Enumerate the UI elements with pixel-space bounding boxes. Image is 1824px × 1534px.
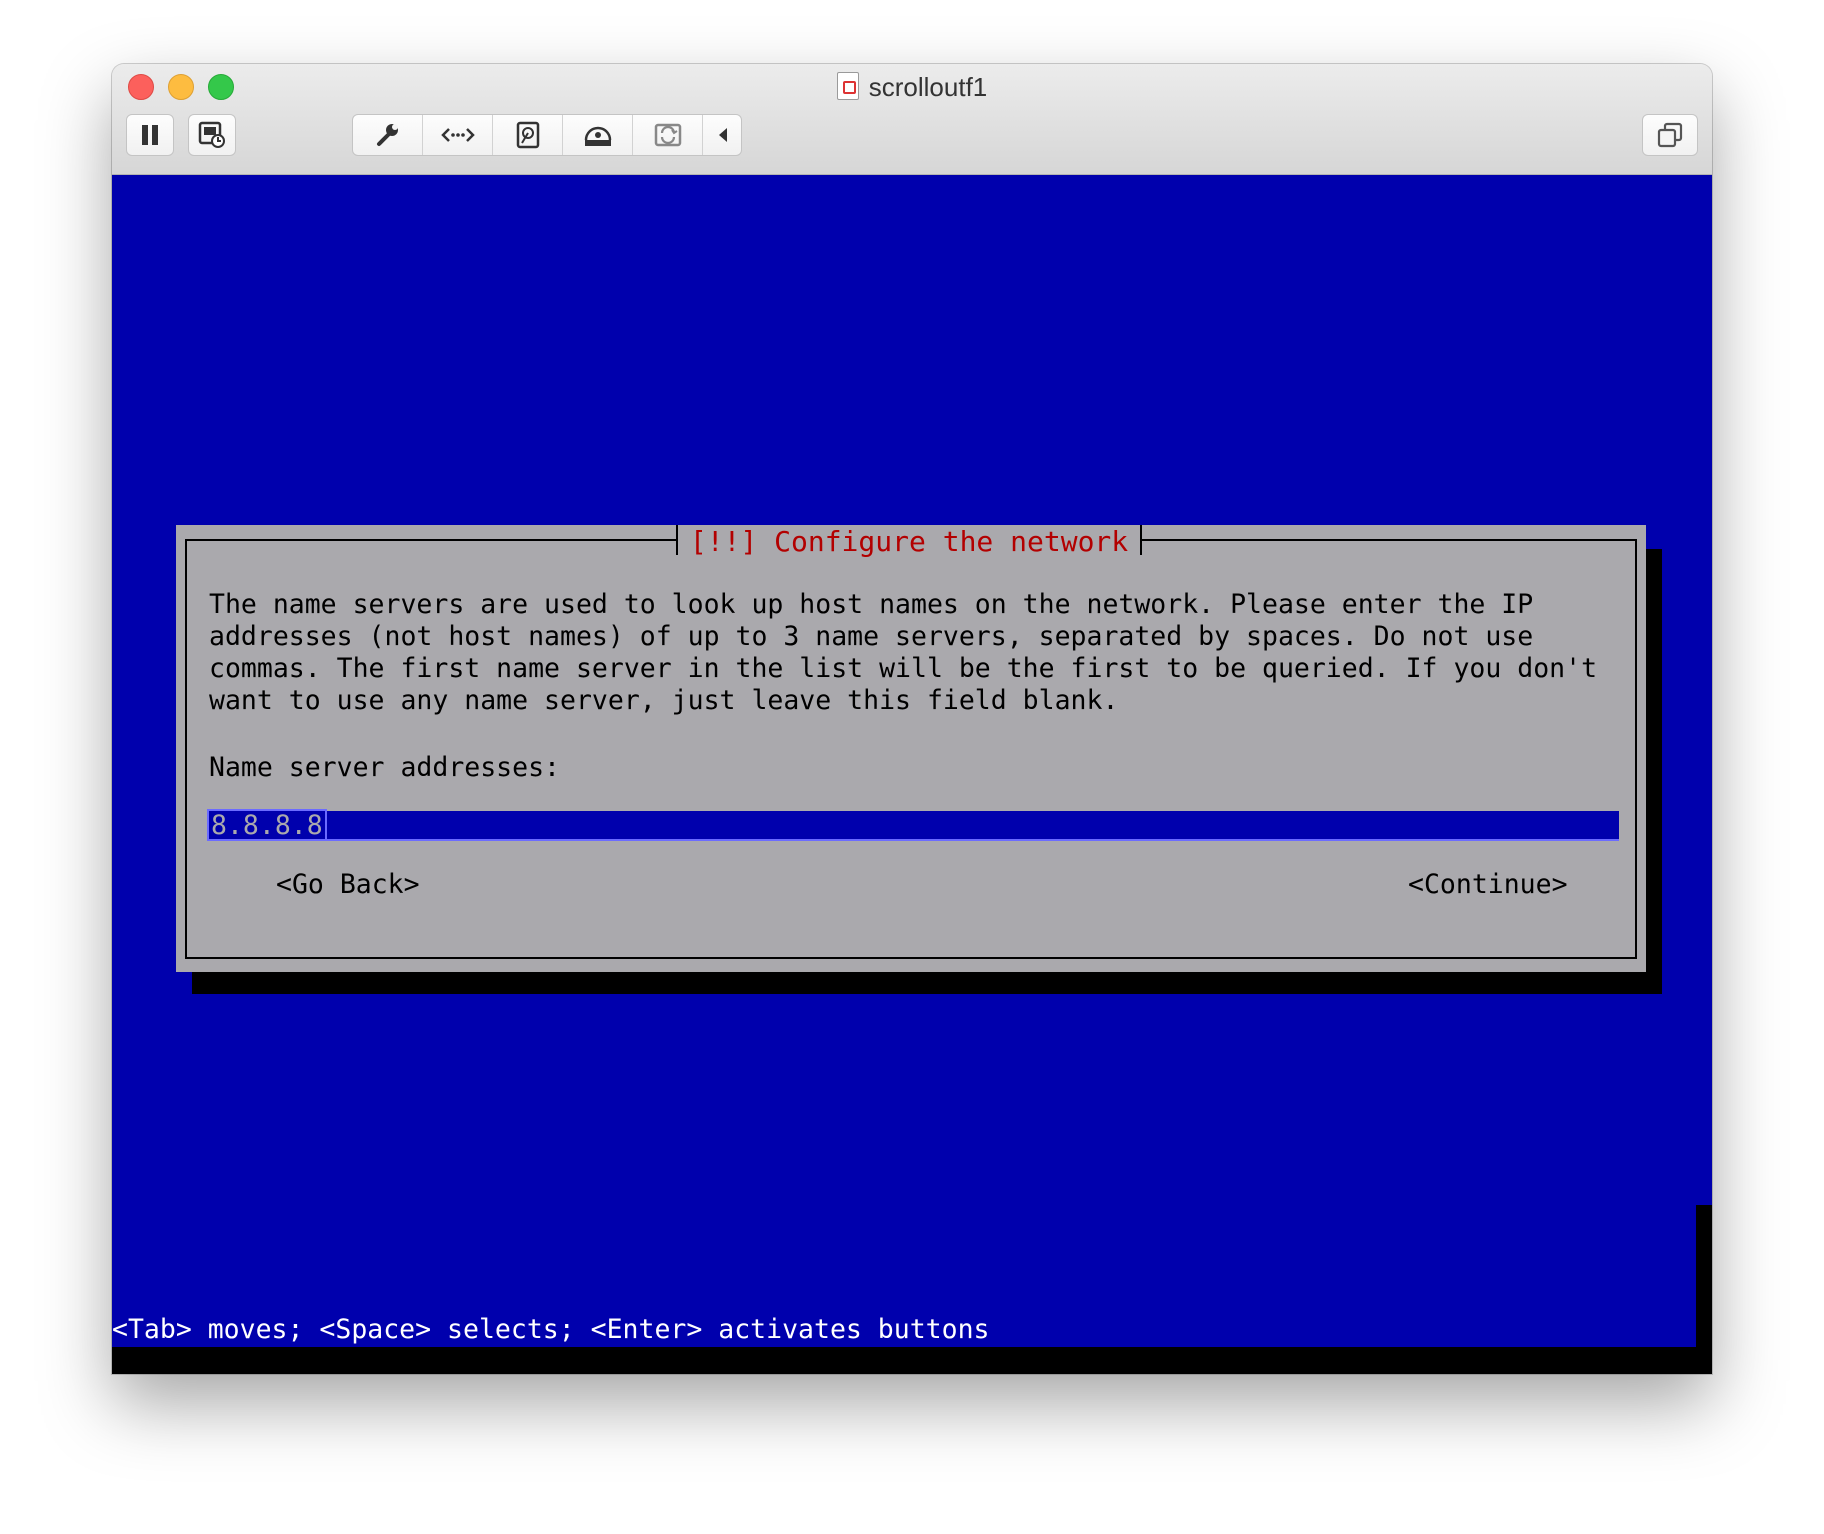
document-icon bbox=[836, 72, 859, 100]
network-config-dialog: [!!] Configure the network The name serv… bbox=[176, 525, 1646, 972]
snapshot-icon bbox=[198, 121, 225, 148]
optical-disc-icon bbox=[584, 126, 611, 146]
pause-button[interactable] bbox=[126, 114, 174, 156]
settings-button[interactable] bbox=[353, 115, 423, 155]
optical-drive-button[interactable] bbox=[563, 115, 633, 155]
console-bottom-bar bbox=[112, 1347, 1712, 1374]
shared-folder-icon bbox=[654, 123, 681, 147]
help-status-line: <Tab> moves; <Space> selects; <Enter> ac… bbox=[112, 1314, 990, 1345]
pause-icon bbox=[142, 125, 158, 145]
wrench-icon bbox=[376, 124, 398, 146]
network-arrows-icon bbox=[440, 128, 475, 142]
device-toolbar bbox=[352, 114, 742, 156]
dialog-description: The name servers are used to look up hos… bbox=[209, 589, 1598, 716]
vm-console-screen[interactable]: [!!] Configure the network The name serv… bbox=[112, 175, 1712, 1374]
restore-window-icon bbox=[1657, 122, 1683, 148]
chevron-left-icon bbox=[719, 128, 727, 142]
hard-disk-icon bbox=[516, 121, 539, 149]
hard-disk-button[interactable] bbox=[493, 115, 563, 155]
go-back-button[interactable]: <Go Back> bbox=[276, 869, 420, 901]
window-title-text: scrolloutf1 bbox=[868, 72, 988, 102]
title-bar: scrolloutf1 bbox=[112, 64, 1712, 175]
dialog-title: [!!] Configure the network bbox=[676, 525, 1142, 558]
network-button[interactable] bbox=[423, 115, 493, 155]
name-server-input-value: 8.8.8.8 bbox=[207, 809, 327, 841]
name-server-label: Name server addresses: bbox=[209, 752, 560, 783]
name-server-input[interactable]: 8.8.8.8 bbox=[207, 809, 1619, 841]
unity-view-button[interactable] bbox=[1642, 114, 1698, 156]
snapshot-button[interactable] bbox=[188, 114, 236, 156]
vm-window: scrolloutf1 [!!] Configure the network T… bbox=[112, 64, 1712, 1374]
collapse-toolbar-button[interactable] bbox=[703, 115, 743, 155]
shared-folder-button[interactable] bbox=[633, 115, 703, 155]
continue-button[interactable]: <Continue> bbox=[1408, 869, 1568, 901]
window-title: scrolloutf1 bbox=[112, 72, 1712, 103]
